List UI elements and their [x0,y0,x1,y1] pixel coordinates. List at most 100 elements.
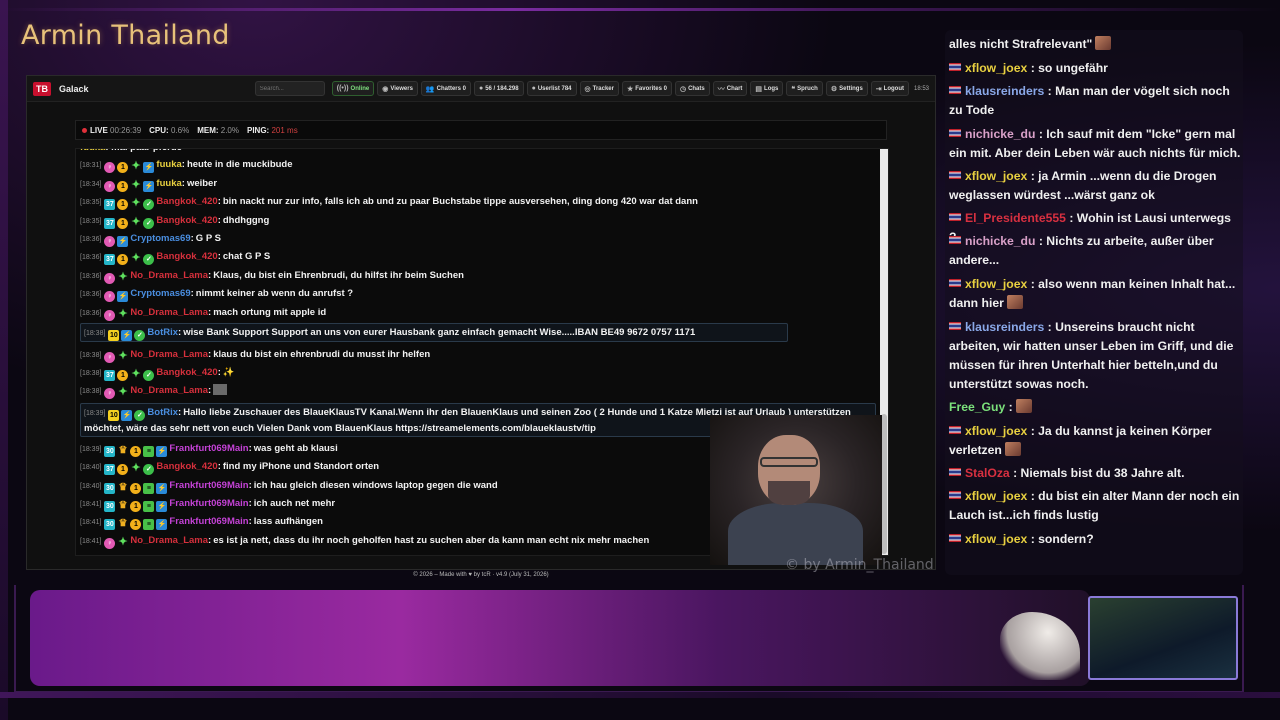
crown-icon: ♛ [118,445,128,456]
lightning-icon: ⚡ [156,519,168,530]
timestamp: [18:39] [84,410,106,417]
nav-logout-button[interactable]: ⇥ Logout [870,81,909,96]
green-badge-icon: ≡ [143,501,155,512]
side-chat-username: xflow_joex [965,277,1028,291]
target-icon: ◎ [584,85,591,93]
app-name[interactable]: Galack [59,84,89,94]
gold-badge-icon: 1 [117,181,129,192]
sub-badge-icon: 37 [104,254,116,265]
chat-username[interactable]: BotRix [147,327,178,338]
chat-username[interactable]: Frankfurt069Main [169,443,248,454]
nav-settings-button[interactable]: ⚙ Settings [825,81,868,96]
chat-text: lass aufhängen [253,516,323,527]
chat-text: heute in die muckibude [186,159,293,170]
chat-message: [18:38] ♀ ✦ No_Drama_Lama: klaus du bist ein… [80,349,431,363]
timestamp: [18:41] [80,501,102,508]
chat-username[interactable]: Bangkok_420 [156,215,217,226]
verified-icon: ✓ [143,199,155,210]
chat-message: [18:34] ♀ 1 ✦ ⚡ fuuka: weiber [80,178,218,192]
nav-label: Userlist 784 [537,85,572,92]
sparkle-emote-icon: ✨ [222,367,235,378]
overlay-frame-top [0,8,1280,11]
nav-spruch-button[interactable]: ❝ Spruch [786,81,823,96]
chat-text: ich auch net mehr [253,498,336,509]
pink-badge-icon: ♀ [104,181,116,192]
nav-userlist-button[interactable]: ● Userlist 784 [526,81,577,96]
chat-username[interactable]: Frankfurt069Main [169,516,248,527]
green-badge-icon: ≡ [143,446,155,457]
nav-label: Logout [883,85,904,92]
side-chat-text: : [1008,400,1013,414]
nav-chart-button[interactable]: 〰 Chart [712,81,748,96]
side-chat-text: alles nicht Strafrelevant" [949,37,1093,51]
nav-56-button[interactable]: ● 56 / 184.298 [473,81,524,96]
nav-viewers-button[interactable]: ◉ Viewers [377,81,418,96]
chat-username[interactable]: No_Drama_Lama [130,270,208,281]
timestamp: [18:36] [80,273,102,280]
verified-icon: ✓ [143,218,155,229]
chat-username[interactable]: Frankfurt069Main [169,480,248,491]
side-chat-username: nichicke_du [965,127,1036,141]
chat-text: was geht ab klausi [253,443,338,454]
watermark: © by Armin_Thailand [785,557,934,573]
sub-badge-icon: 30 [104,446,116,457]
pink-badge-icon: ♀ [104,310,116,321]
chat-message-partial: fuuka: mal paar pferde [80,149,880,155]
timestamp: [18:41] [80,519,102,526]
nav-chats-button[interactable]: ◷ Chats [674,81,710,96]
secondary-camera [1088,596,1238,680]
chat-username[interactable]: Cryptomas69 [130,288,190,299]
chat-username[interactable]: fuuka [156,159,181,170]
chat-text: nimmt keiner ab wenn du anrufst ? [195,288,354,299]
pink-badge-icon: ♀ [104,291,116,302]
timestamp: [18:40] [80,483,102,490]
chat-username[interactable]: No_Drama_Lama [130,349,208,360]
nav-chatters-button[interactable]: 👥 Chatters 0 [420,81,471,96]
star-badge-icon: ✦ [131,179,141,191]
chat-username[interactable]: Bangkok_420 [156,196,217,207]
clock: 18:53 [913,85,929,92]
search-input[interactable] [254,81,325,96]
nav-online-button[interactable]: ((•)) Online [331,81,375,96]
timestamp: [18:36] [80,236,102,243]
chat-username[interactable]: Bangkok_420 [156,251,217,262]
chat-text: chat G P S [222,251,271,262]
chat-message: [18:35] 37 1 ✦ ✓ Bangkok_420: dhdhggng [80,215,270,229]
lightning-icon: ⚡ [156,483,168,494]
bot-badge-icon: ⚡ [121,410,133,421]
app-logo[interactable]: TB [33,81,51,96]
timestamp: [18:35] [80,218,102,225]
crown-icon: ♛ [118,500,128,511]
doc-icon: ▤ [755,85,763,93]
eye-icon: ◉ [382,85,389,93]
side-chat-text: : Niemals bist du 38 Jahre alt. [1013,466,1185,480]
nav-label: Spruch [797,85,818,92]
nav-label: Viewers [390,85,413,92]
chat-username[interactable]: BotRix [147,407,178,418]
side-chat-message: xflow_joex : also wenn man keinen Inhalt… [949,275,1241,313]
chat-username[interactable]: Frankfurt069Main [169,498,248,509]
chat-username[interactable]: Bangkok_420 [156,367,217,378]
chat-text: klaus du bist ein ehrenbrudi du musst ih… [213,349,431,360]
nav-favorites-button[interactable]: ★ Favorites 0 [621,81,672,96]
chat-text: wise Bank Support Support an uns von eur… [183,327,696,338]
nav-tracker-button[interactable]: ◎ Tracker [579,81,619,96]
signal-icon: ((•)) [336,85,349,92]
chat-username[interactable]: No_Drama_Lama [130,535,208,546]
star-badge-icon: ✦ [118,386,128,398]
side-chat-username: StalOza [965,466,1010,480]
timestamp: [18:34] [80,181,102,188]
chat-username[interactable]: Cryptomas69 [130,233,190,244]
webcam-feed [710,415,882,565]
gold-badge-icon: 1 [130,501,142,512]
pink-badge-icon: ♀ [104,162,116,173]
nav-logs-button[interactable]: ▤ Logs [750,81,784,96]
chat-username[interactable]: No_Drama_Lama [130,385,208,396]
verified-icon: ✓ [143,464,155,475]
thailand-flag-icon [949,491,961,499]
chat-username[interactable]: No_Drama_Lama [130,307,208,318]
chat-username[interactable]: Bangkok_420 [156,461,217,472]
chat-username[interactable]: fuuka [156,178,181,189]
side-chat-username: xflow_joex [965,489,1028,503]
chat-message: [18:38] 10 ⚡ ✓ BotRix: wise Bank Support Supp… [84,327,696,341]
